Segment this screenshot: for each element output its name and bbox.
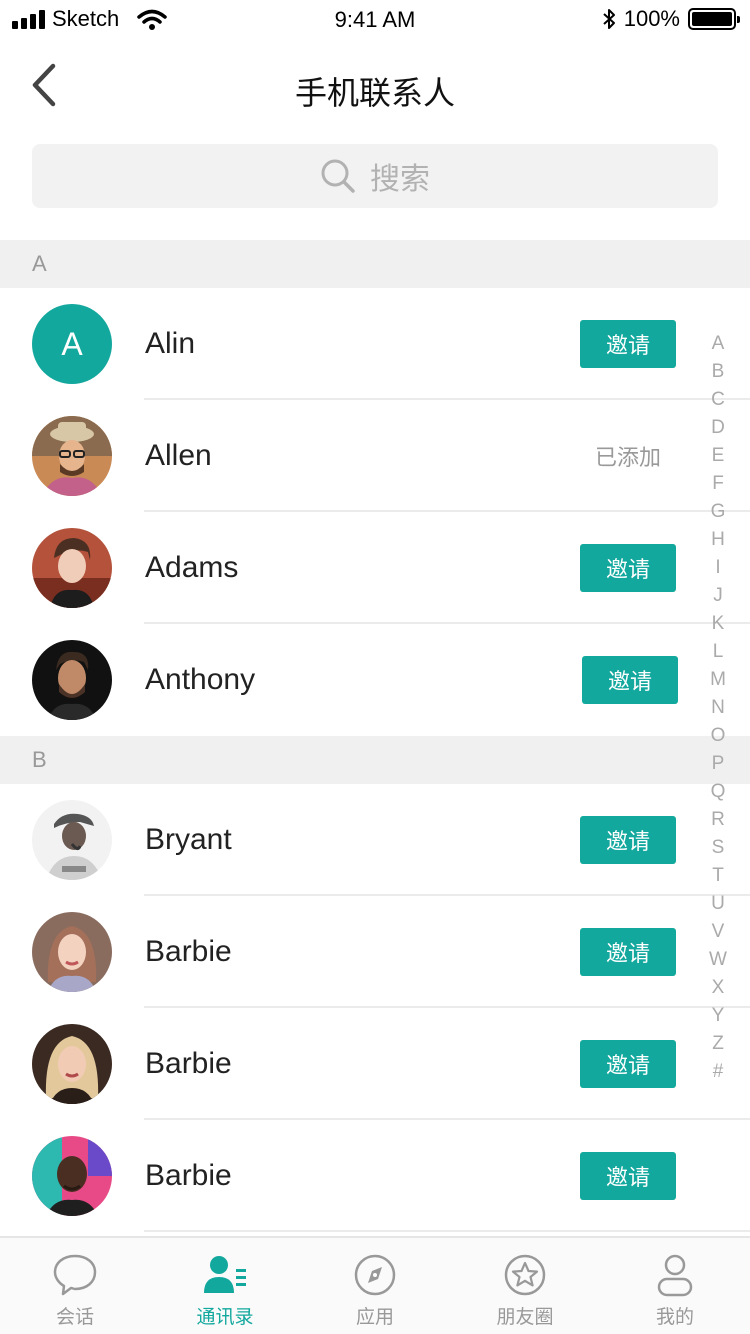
tab-contacts[interactable]: 通讯录 [150,1238,300,1334]
search-icon [320,158,356,194]
index-letter[interactable]: B [704,358,732,386]
invite-button[interactable]: 邀请 [580,816,676,864]
avatar [32,800,112,880]
star-icon [502,1252,548,1298]
index-letter[interactable]: M [704,666,732,694]
user-icon [652,1252,698,1298]
battery-icon [688,8,740,30]
battery-percent: 100% [623,6,680,31]
contact-row[interactable]: Allen 已添加 [0,400,750,512]
tab-bar: 会话 通讯录 应用 朋友圈 我的 [0,1236,750,1334]
invite-button[interactable]: 邀请 [582,656,678,704]
contact-row[interactable]: A Alin 邀请 [0,288,750,400]
contact-name: Barbie [145,1047,232,1080]
chat-bubble-icon [52,1252,98,1298]
tab-chat[interactable]: 会话 [0,1238,150,1334]
contact-name: Barbie [145,1159,232,1192]
index-letter[interactable]: O [704,722,732,750]
index-letter[interactable]: L [704,638,732,666]
status-bar: Sketch 9:41 AM 100% [0,0,750,40]
avatar: A [32,304,112,384]
avatar [32,912,112,992]
contact-row[interactable]: Barbie 邀请 [0,1008,750,1120]
contact-row[interactable]: Adams 邀请 [0,512,750,624]
tab-label: 应用 [355,1306,394,1328]
index-letter[interactable]: X [704,974,732,1002]
index-letter[interactable]: V [704,918,732,946]
tab-label: 我的 [655,1306,694,1328]
tab-moments[interactable]: 朋友圈 [450,1238,600,1334]
contact-name: Anthony [145,663,256,696]
compass-icon [352,1252,398,1298]
contact-row[interactable]: Barbie 邀请 [0,1120,750,1232]
invite-button[interactable]: 邀请 [580,320,676,368]
contact-row[interactable]: Barbie 邀请 [0,896,750,1008]
index-letter[interactable]: W [704,946,732,974]
contact-name: Alin [145,327,196,360]
invite-button[interactable]: 邀请 [580,544,676,592]
avatar [32,1024,112,1104]
index-letter[interactable]: U [704,890,732,918]
invite-button[interactable]: 邀请 [580,928,676,976]
tab-me[interactable]: 我的 [600,1238,750,1334]
index-letter[interactable]: I [704,554,732,582]
tab-label: 会话 [55,1306,94,1328]
avatar [32,1136,112,1216]
index-letter[interactable]: E [704,442,732,470]
index-letter[interactable]: H [704,526,732,554]
search-placeholder: 搜索 [370,162,430,197]
invite-button[interactable]: 邀请 [580,1040,676,1088]
contact-name: Adams [145,551,239,584]
contacts-icon [202,1252,248,1298]
contact-name: Barbie [145,935,232,968]
index-letter[interactable]: A [704,330,732,358]
index-letter[interactable]: C [704,386,732,414]
tab-label: 朋友圈 [496,1306,554,1328]
index-letter[interactable]: G [704,498,732,526]
index-letter[interactable]: N [704,694,732,722]
index-letter[interactable]: F [704,470,732,498]
index-letter[interactable]: S [704,834,732,862]
index-letter[interactable]: D [704,414,732,442]
invite-button[interactable]: 邀请 [580,1152,676,1200]
contact-row[interactable]: Bryant 邀请 [0,784,750,896]
avatar [32,416,112,496]
index-letter[interactable]: Y [704,1002,732,1030]
section-header-a: A [0,240,750,288]
index-letter[interactable]: Z [704,1030,732,1058]
tab-label: 通讯录 [196,1306,254,1328]
index-letter[interactable]: K [704,610,732,638]
index-letter[interactable]: T [704,862,732,890]
avatar [32,528,112,608]
added-status: 已添加 [594,446,661,471]
tab-apps[interactable]: 应用 [300,1238,450,1334]
bluetooth-icon [603,9,615,29]
contact-row[interactable]: Anthony 邀请 [0,624,750,736]
index-letter[interactable]: # [704,1058,732,1086]
index-letter[interactable]: P [704,750,732,778]
index-letter[interactable]: R [704,806,732,834]
contact-name: Allen [145,439,212,472]
index-letter[interactable]: Q [704,778,732,806]
page-title: 手机联系人 [294,74,455,112]
nav-bar: 手机联系人 [0,40,750,136]
index-letter[interactable]: J [704,582,732,610]
contact-list: A A Alin 邀请 Allen 已添加 Adams 邀请 Anthony 邀… [0,240,750,1232]
avatar [32,640,112,720]
divider [144,1230,750,1232]
contact-name: Bryant [145,823,232,856]
section-header-b: B [0,736,750,784]
alphabet-index[interactable]: A B C D E F G H I J K L M N O P Q R S T U V W X Y Z # [704,330,732,1086]
search-input[interactable]: 搜索 [32,144,718,208]
